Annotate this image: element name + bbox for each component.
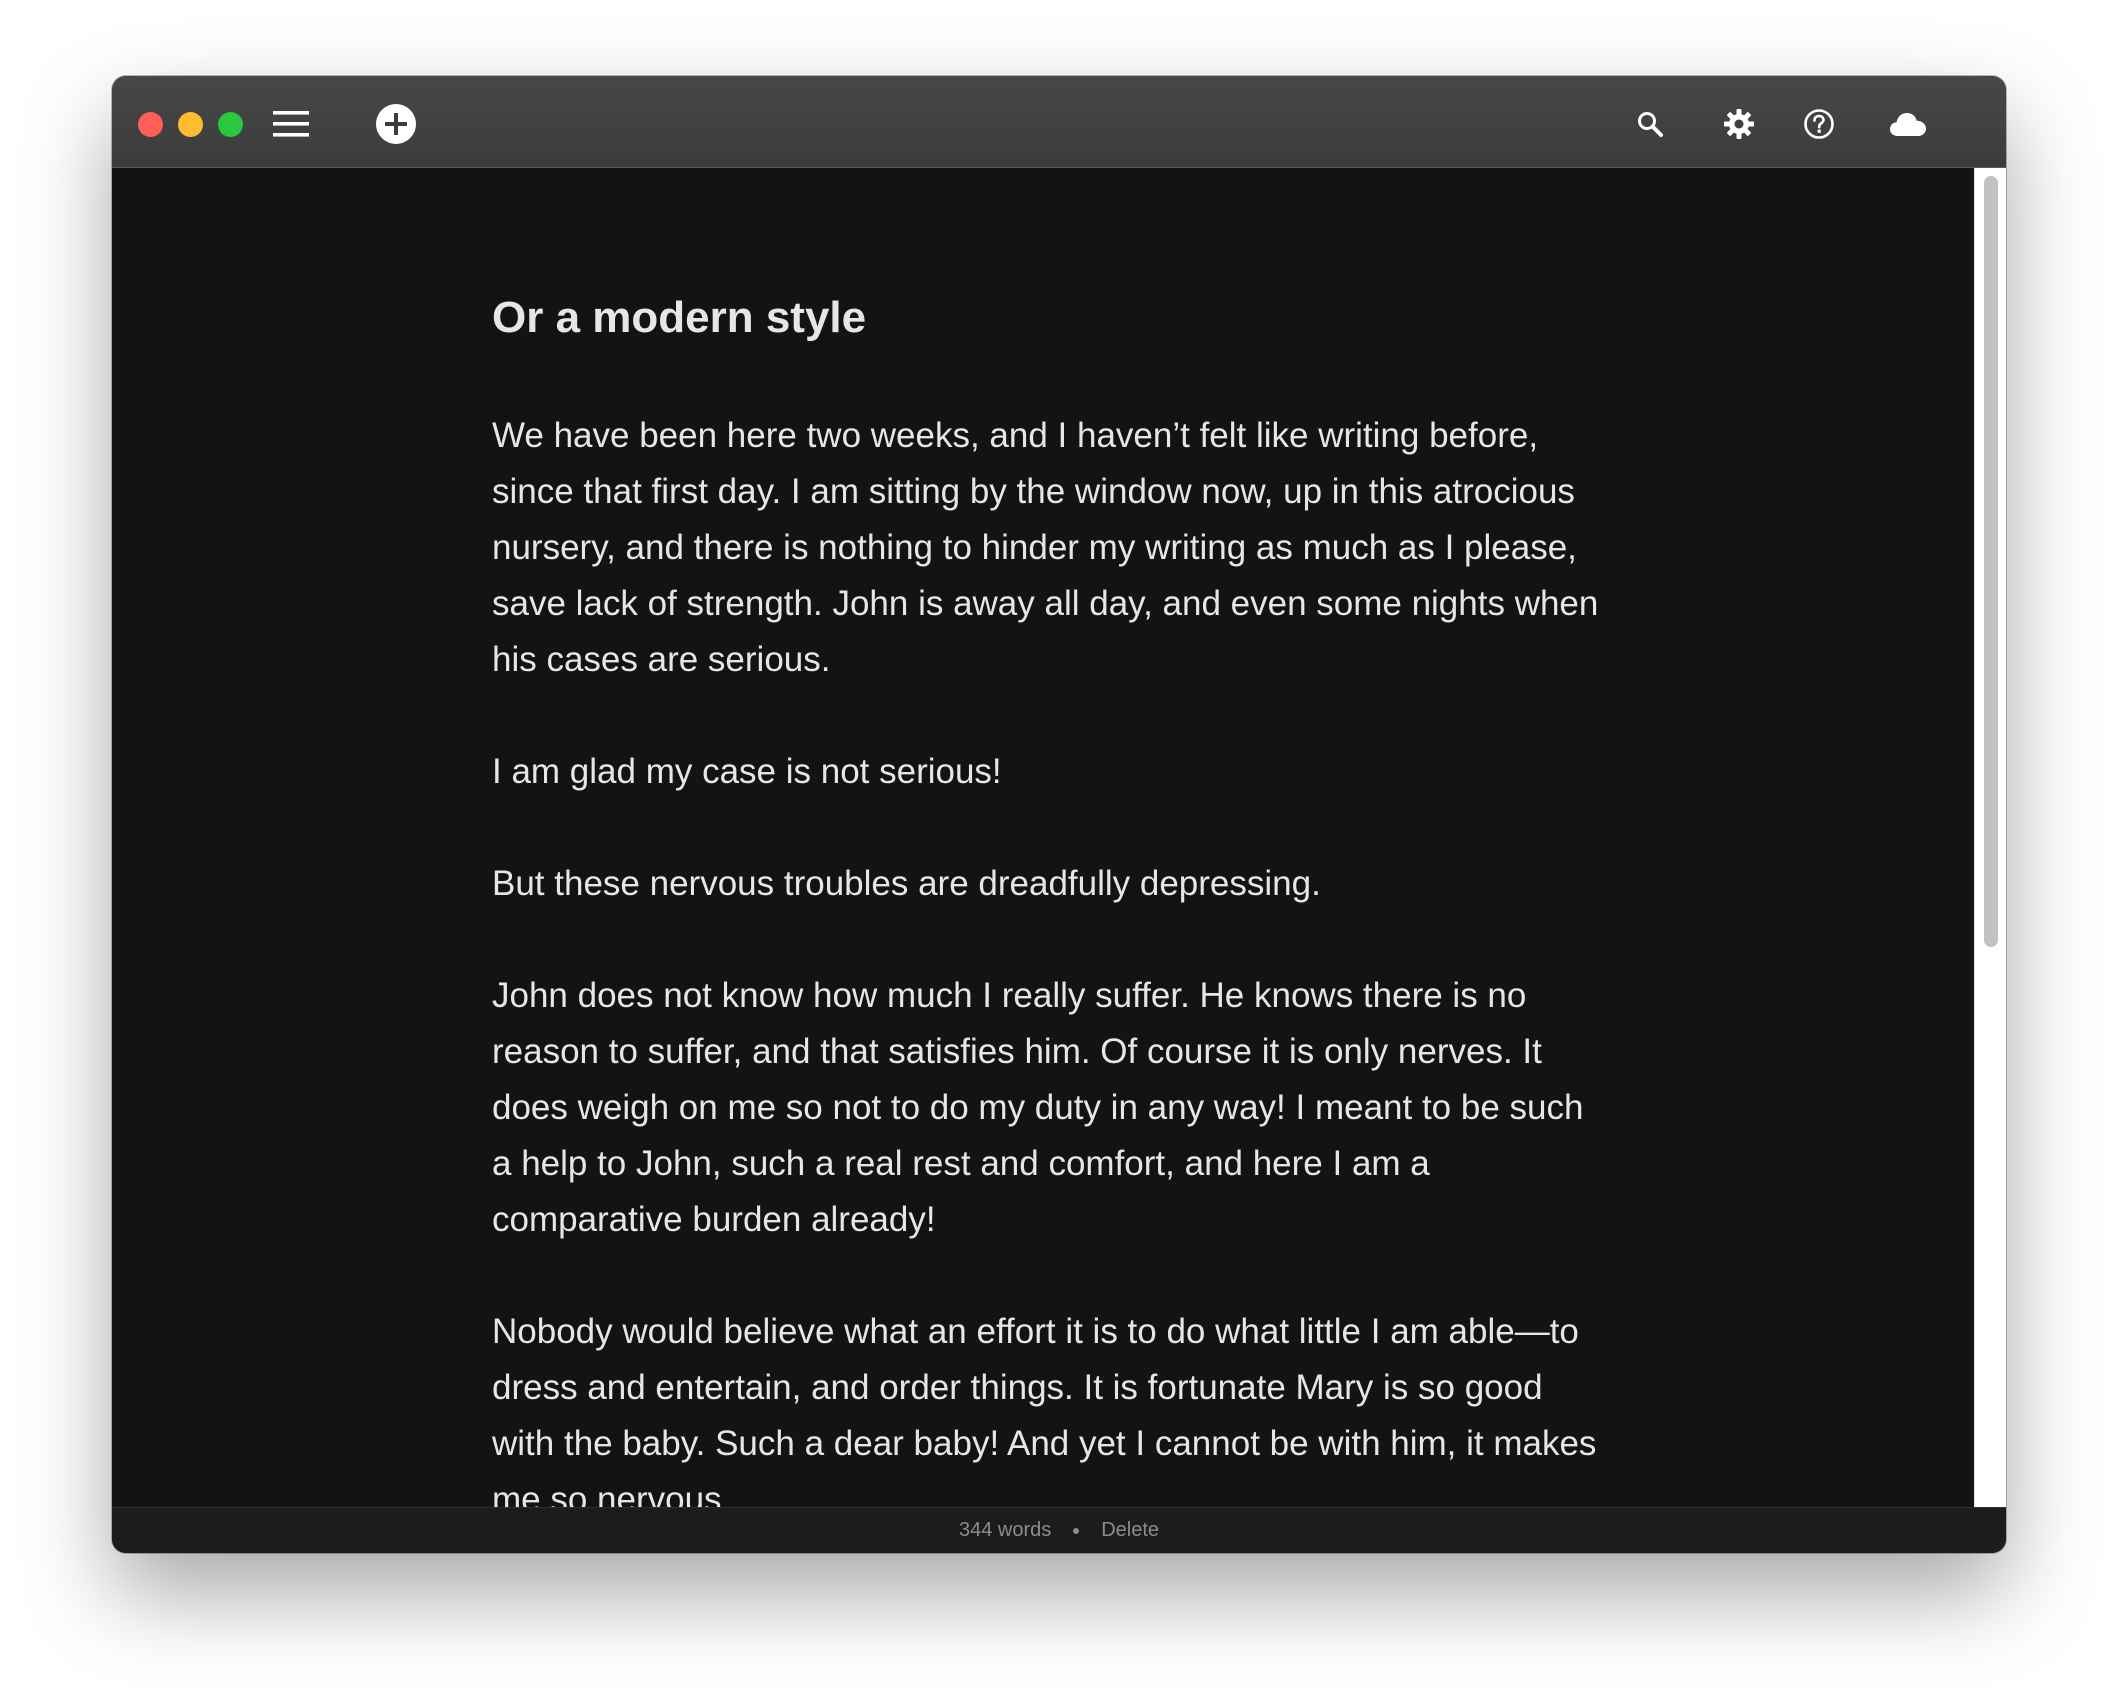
status-bar: 344 words Delete bbox=[112, 1507, 2006, 1553]
menu-icon[interactable] bbox=[265, 98, 317, 150]
search-icon bbox=[1638, 112, 1663, 137]
gear-icon bbox=[1724, 109, 1754, 139]
document-title[interactable]: Or a modern style bbox=[492, 296, 866, 340]
word-count: 344 words bbox=[958, 1519, 1052, 1541]
plus-circle-icon bbox=[376, 104, 416, 144]
vertical-scrollbar[interactable] bbox=[1974, 168, 2006, 1507]
minimize-window-button[interactable] bbox=[178, 112, 203, 137]
separator-dot bbox=[1073, 1527, 1080, 1534]
help-icon bbox=[1804, 109, 1834, 139]
editor-area[interactable]: Or a modern style We have been here two … bbox=[112, 168, 1974, 1507]
scrollbar-thumb[interactable] bbox=[1984, 176, 1998, 947]
paragraph[interactable]: Nobody would believe what an effort it i… bbox=[492, 1304, 1612, 1507]
paragraph[interactable]: We have been here two weeks, and I haven… bbox=[492, 408, 1612, 688]
delete-button[interactable]: Delete bbox=[1101, 1519, 1159, 1542]
paragraph[interactable]: But these nervous troubles are dreadfull… bbox=[492, 856, 1612, 912]
cloud-icon bbox=[1890, 113, 1926, 136]
title-bar bbox=[112, 76, 2006, 168]
zoom-window-button[interactable] bbox=[218, 112, 243, 137]
paragraph[interactable]: I am glad my case is not serious! bbox=[492, 744, 1612, 800]
new-document-button[interactable] bbox=[370, 98, 422, 150]
document-paragraphs[interactable]: We have been here two weeks, and I haven… bbox=[492, 408, 1612, 1507]
paragraph[interactable]: John does not know how much I really suf… bbox=[492, 968, 1612, 1248]
settings-button[interactable] bbox=[1713, 98, 1765, 150]
close-window-button[interactable] bbox=[138, 112, 163, 137]
help-button[interactable] bbox=[1793, 98, 1845, 150]
search-button[interactable] bbox=[1624, 98, 1676, 150]
cloud-sync-button[interactable] bbox=[1882, 98, 1934, 150]
app-window: Or a modern style We have been here two … bbox=[112, 76, 2006, 1553]
